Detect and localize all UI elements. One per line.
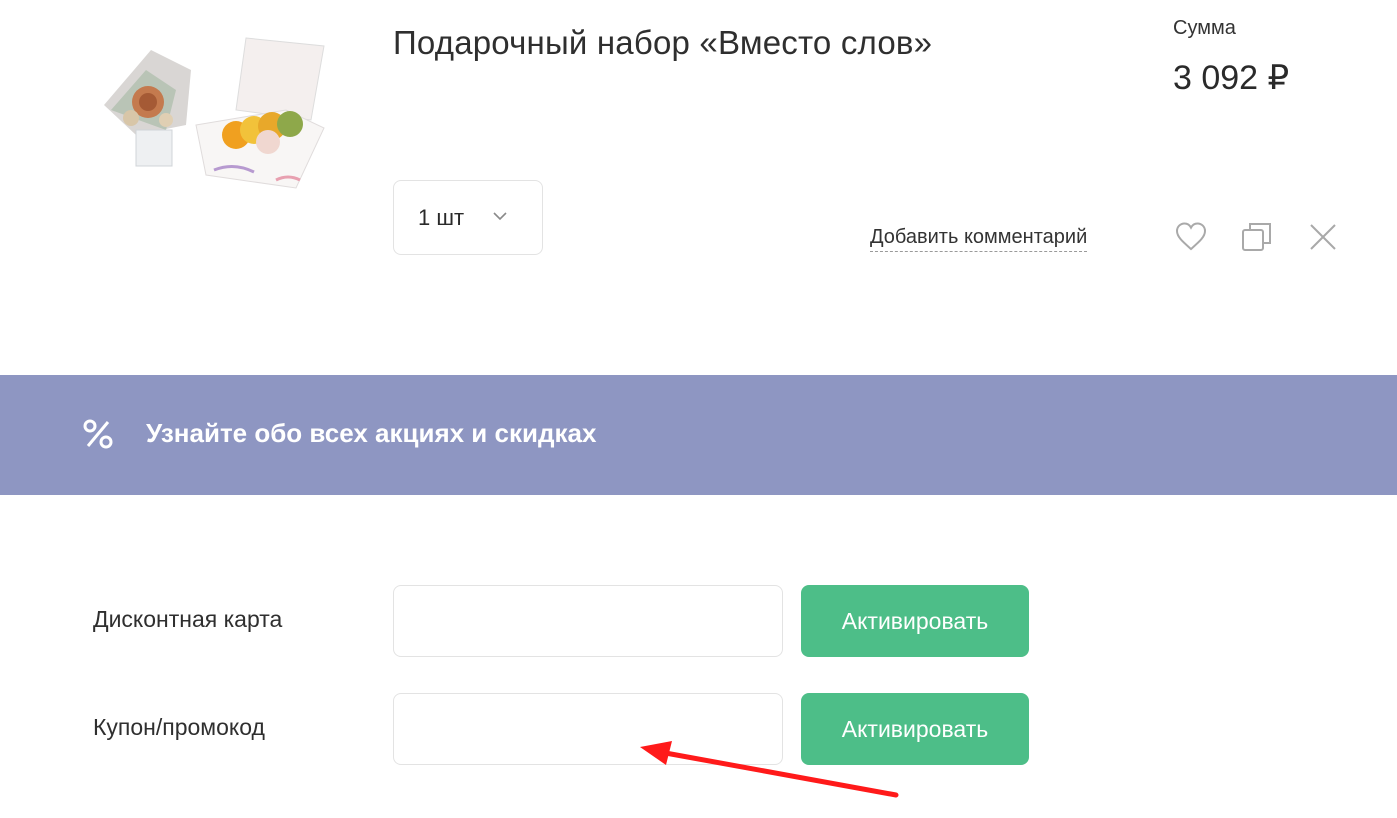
quantity-select[interactable]: 1 шт — [393, 180, 543, 255]
activate-coupon-button[interactable]: Активировать — [801, 693, 1029, 765]
promo-banner-text[interactable]: Узнайте обо всех акциях и скидках — [146, 418, 596, 449]
sum-value: 3 092 ₽ — [1173, 59, 1290, 97]
activate-discount-button[interactable]: Активировать — [801, 585, 1029, 657]
add-comment-link[interactable]: Добавить комментарий — [870, 226, 1088, 252]
close-icon[interactable] — [1306, 220, 1340, 254]
product-title[interactable]: Подарочный набор «Вместо слов» — [393, 24, 932, 62]
cart-page: Подарочный набор «Вместо слов» Сумма 3 0… — [0, 0, 1397, 818]
discount-card-label: Дисконтная карта — [93, 606, 283, 632]
copy-icon[interactable] — [1240, 220, 1274, 254]
discount-card-input[interactable] — [393, 585, 783, 657]
coupon-input[interactable] — [393, 693, 783, 765]
chevron-down-icon — [493, 212, 507, 221]
quantity-value: 1 шт — [418, 205, 465, 230]
coupon-label: Купон/промокод — [93, 714, 265, 740]
heart-icon[interactable] — [1174, 220, 1208, 254]
product-image[interactable] — [96, 30, 336, 195]
percent-icon — [83, 419, 113, 449]
sum-label: Сумма — [1173, 17, 1236, 39]
